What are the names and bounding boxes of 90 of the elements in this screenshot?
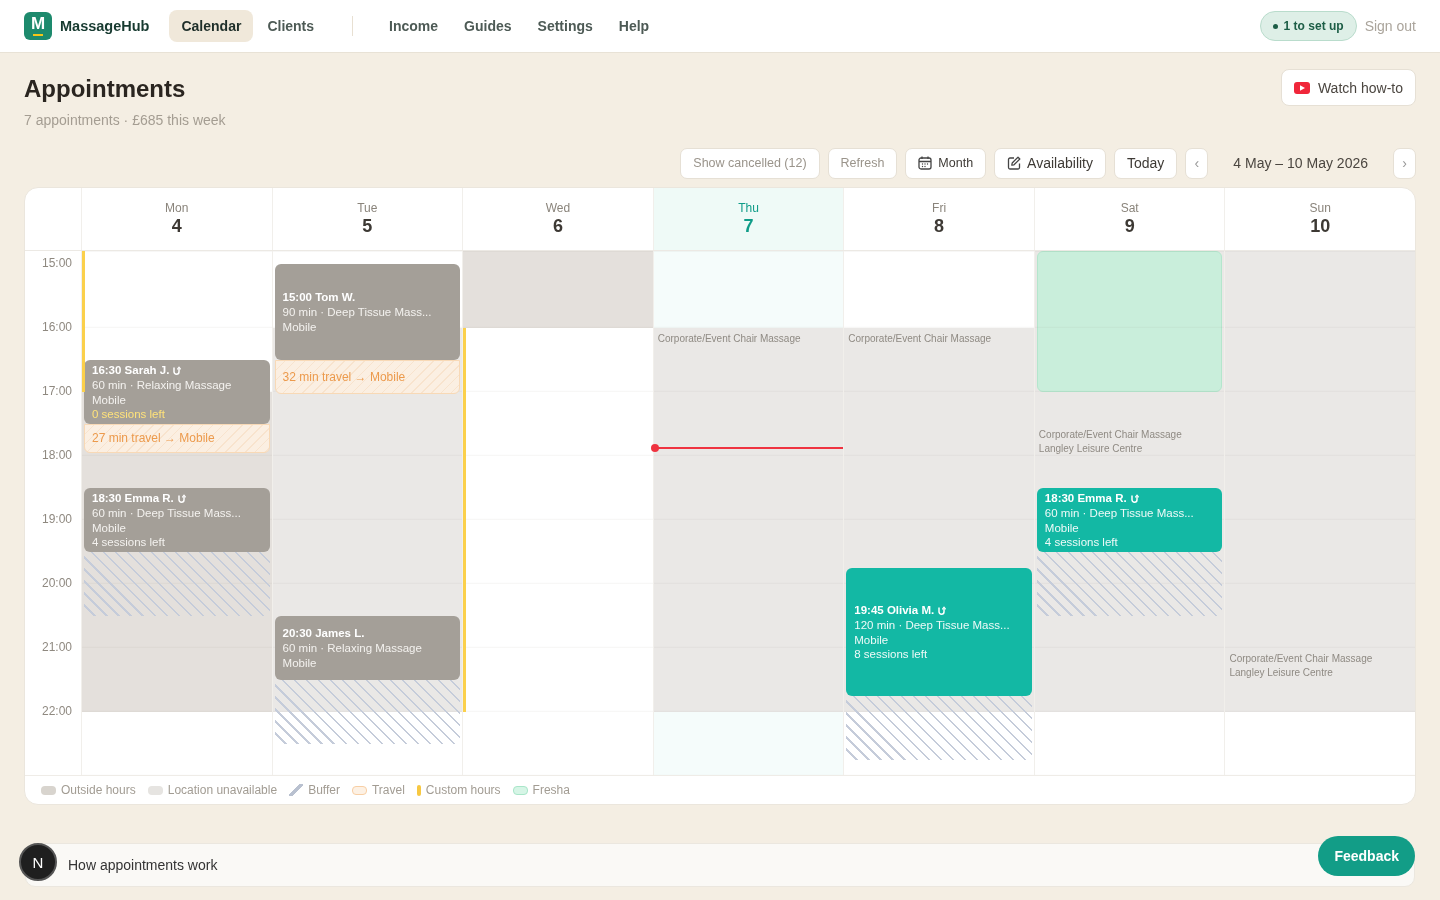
dev-tools-badge[interactable]: N <box>19 843 57 881</box>
appointment-title: 18:30 Emma R. <box>92 491 174 507</box>
legend-label: Location unavailable <box>167 783 278 797</box>
day-number: 7 <box>743 216 754 237</box>
appointment-location: Mobile <box>1044 520 1080 536</box>
legend-swatch <box>512 785 528 795</box>
status-dot <box>1272 23 1278 29</box>
setup-badge[interactable]: 1 to set up <box>1259 11 1357 41</box>
weekday-label: Fri <box>932 201 947 215</box>
hour-label: 19:00 <box>41 511 72 526</box>
nav-tab[interactable]: Calendar <box>169 10 254 42</box>
nav-tab[interactable]: Guides <box>452 10 524 42</box>
availability-note: Corporate/Event Chair Massage Langley Leisure Centre <box>1228 651 1374 680</box>
day-header[interactable]: Sat 9 <box>1033 188 1225 250</box>
weekday-label: Thu <box>738 201 759 215</box>
day-header[interactable]: Fri 8 <box>843 188 1034 250</box>
hour-label: 15:00 <box>41 255 72 270</box>
appointment-title: 20:30 James L. <box>282 626 365 642</box>
availability-note: Corporate/Event Chair Massage <box>656 331 802 346</box>
appointment-details: 60 min · Relaxing Massage <box>92 378 233 393</box>
page-subtitle: 7 appointments · £685 this week <box>24 112 226 128</box>
day-header[interactable]: Tue 5 <box>271 188 463 250</box>
hour-label: 16:00 <box>41 319 72 334</box>
legend-label: Fresha <box>532 783 570 797</box>
day-header[interactable]: Mon 4 <box>81 188 272 250</box>
day-number: 5 <box>362 216 373 237</box>
legend-swatch <box>416 784 421 796</box>
nav-tab[interactable]: Settings <box>525 10 605 42</box>
legend-label: Travel <box>371 783 405 797</box>
appointment-title: 15:00 Tom W. <box>282 290 356 306</box>
day-number: 4 <box>171 216 182 237</box>
nav-tab[interactable]: Clients <box>255 10 327 42</box>
day-number: 10 <box>1310 216 1331 237</box>
appointment-details: 60 min · Relaxing Massage <box>282 641 423 656</box>
edit-icon <box>1007 156 1022 170</box>
appointment-details: 120 min · Deep Tissue Mass... <box>854 618 1011 633</box>
video-play-icon <box>1293 81 1310 94</box>
sessions-left: 0 sessions left <box>92 407 166 422</box>
day-header[interactable]: Wed 6 <box>462 188 653 250</box>
appointment-title: 19:45 Olivia M. <box>854 603 935 619</box>
weekday-label: Tue <box>357 201 378 215</box>
hour-label: 18:00 <box>41 447 72 462</box>
travel-block: 27 min travel → Mobile <box>84 423 270 453</box>
nav-tab[interactable]: Help <box>606 10 662 42</box>
travel-block: 32 min travel → Mobile <box>274 359 461 394</box>
day-number: 8 <box>934 216 945 237</box>
legend-label: Custom hours <box>425 783 501 797</box>
appointment-location: Mobile <box>282 655 318 671</box>
hour-label: 17:00 <box>41 383 72 398</box>
watch-video-button[interactable]: Watch how-to <box>1280 69 1416 106</box>
appointment-location: Mobile <box>854 632 890 648</box>
appointment-title: 18:30 Emma R. <box>1044 491 1127 507</box>
day-number: 6 <box>552 216 563 237</box>
appointment-details: 60 min · Deep Tissue Mass... <box>92 506 242 521</box>
date-range: 4 May – 10 May 2026 <box>1232 155 1369 171</box>
legend-swatch <box>351 785 367 795</box>
appointment-location: Mobile <box>92 520 127 536</box>
appointment-details: 60 min · Deep Tissue Mass... <box>1044 506 1195 521</box>
weekday-label: Wed <box>545 201 571 215</box>
availability-note: Corporate/Event Chair Massage Langley Leisure Centre <box>1037 427 1183 456</box>
hour-label: 22:00 <box>41 703 72 718</box>
hour-label: 20:00 <box>41 575 72 590</box>
appointment-location: Mobile <box>92 392 127 408</box>
toolbar-button[interactable]: Today <box>1114 147 1178 179</box>
sessions-left: 4 sessions left <box>1044 535 1119 550</box>
legend-swatch <box>147 785 163 795</box>
app-logo: M <box>24 12 52 40</box>
appointment-location: Mobile <box>282 319 318 335</box>
legend-label: Outside hours <box>61 783 136 797</box>
toolbar-button[interactable]: Availability <box>994 147 1106 179</box>
appointment-details: 90 min · Deep Tissue Mass... <box>282 305 433 320</box>
setup-label: 1 to set up <box>1283 19 1344 33</box>
hour-label: 21:00 <box>41 639 72 654</box>
calendar-icon <box>918 156 933 170</box>
nav-tab[interactable]: Income <box>377 10 451 42</box>
day-number: 9 <box>1124 216 1135 237</box>
sessions-left: 4 sessions left <box>92 535 166 550</box>
weekday-label: Sun <box>1309 201 1331 215</box>
page-title: Appointments <box>24 75 187 103</box>
weekday-label: Sat <box>1120 201 1139 215</box>
toolbar-button[interactable]: Month <box>905 147 987 179</box>
help-panel-title: How appointments work <box>68 857 218 873</box>
app-name: MassageHub <box>60 18 150 34</box>
appointment-title: 16:30 Sarah J. <box>92 363 170 379</box>
availability-note: Corporate/Event Chair Massage <box>847 331 993 346</box>
legend-swatch <box>41 785 56 795</box>
day-header[interactable]: Sun 10 <box>1224 188 1415 250</box>
weekday-label: Mon <box>165 201 189 215</box>
legend-label: Buffer <box>308 783 340 797</box>
sessions-left: 8 sessions left <box>854 647 929 662</box>
